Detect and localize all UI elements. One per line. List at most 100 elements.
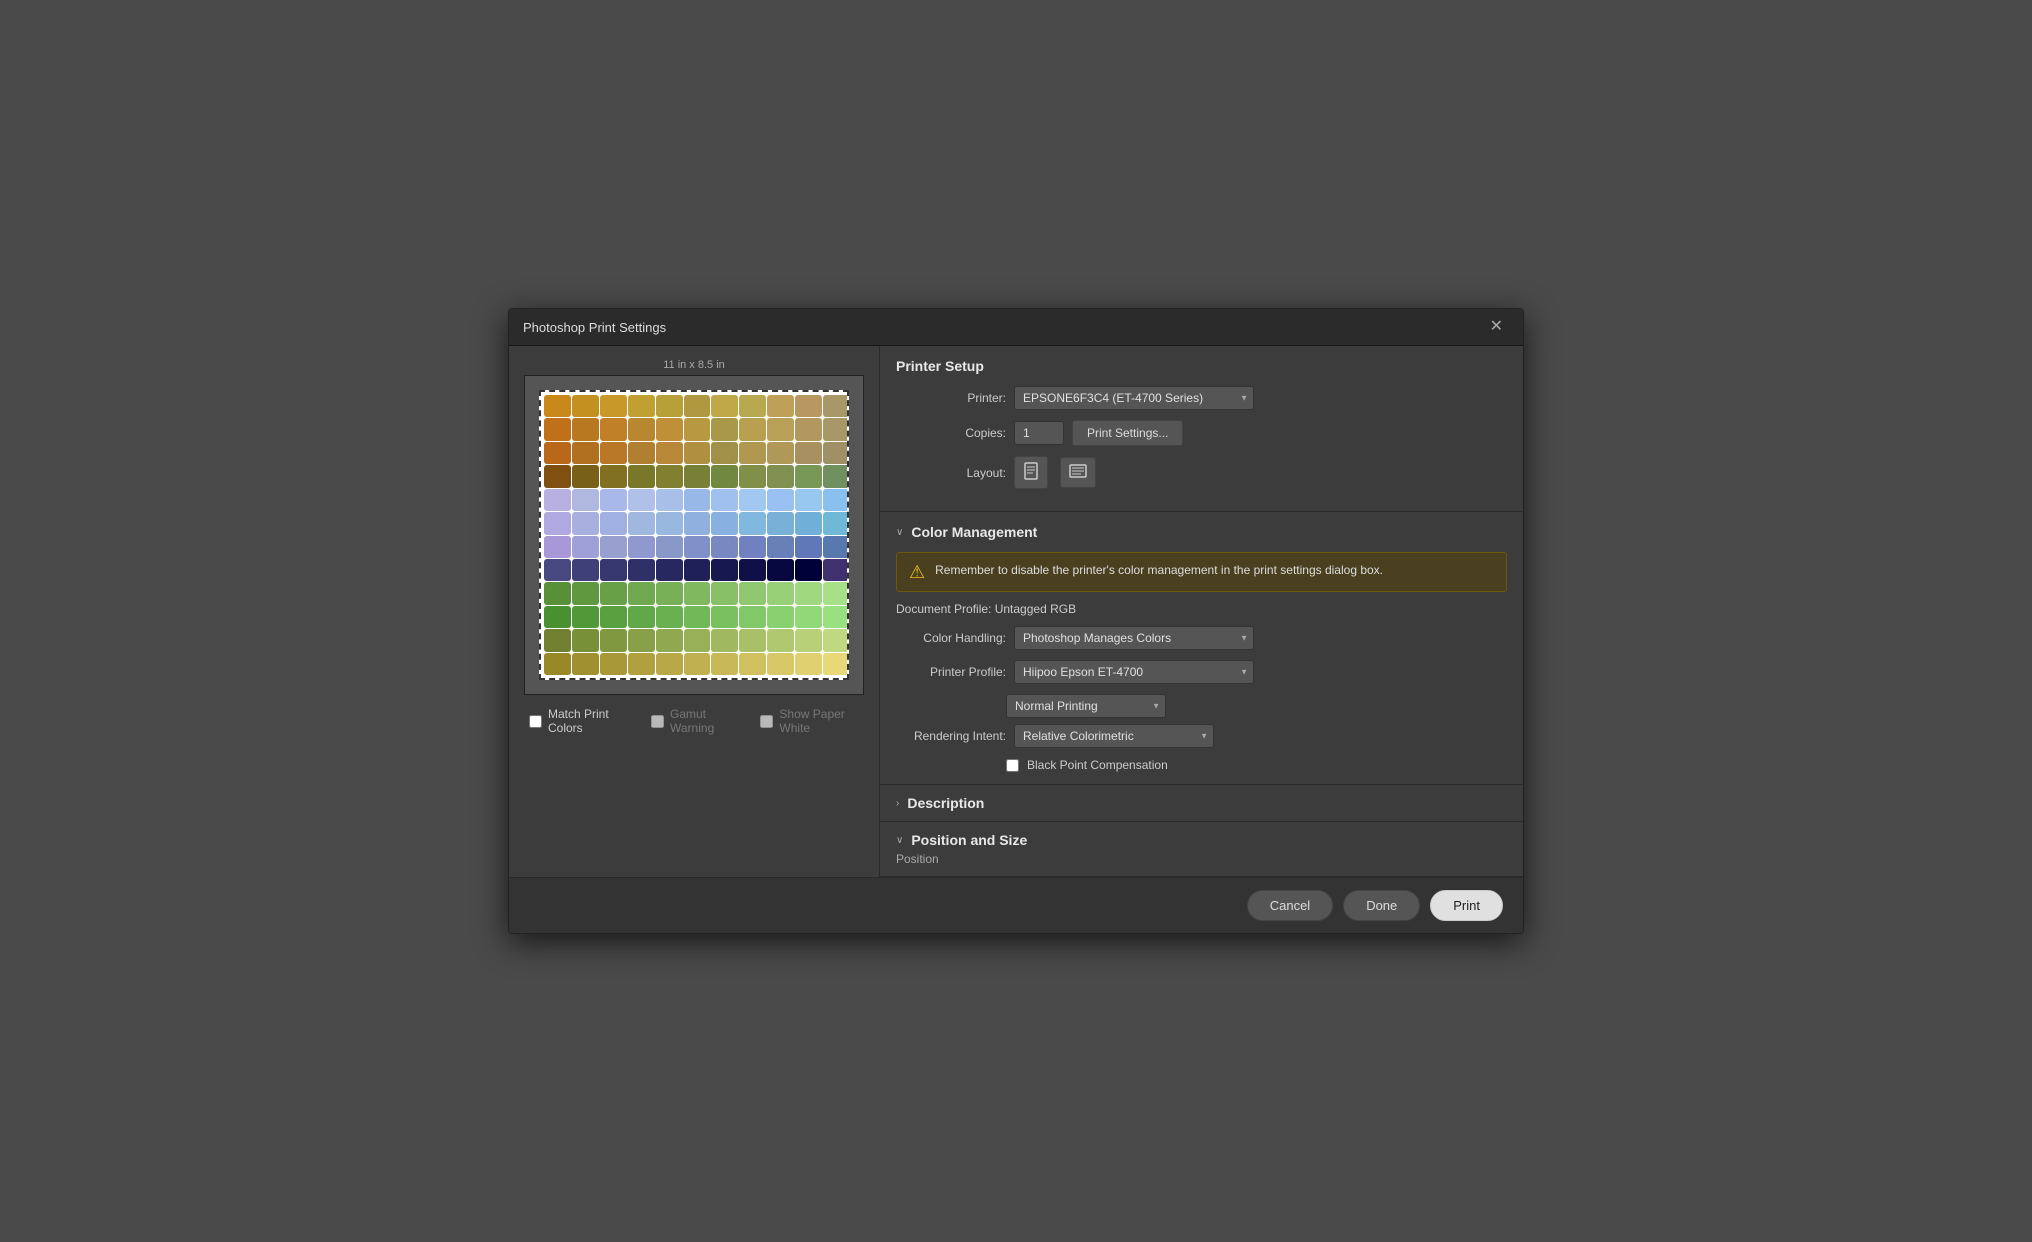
color-swatch bbox=[711, 442, 738, 464]
color-swatch bbox=[544, 536, 571, 558]
gamut-warning-label[interactable]: Gamut Warning bbox=[651, 707, 736, 735]
color-swatch bbox=[628, 653, 655, 675]
color-swatch bbox=[684, 442, 711, 464]
color-management-warning: ⚠ Remember to disable the printer's colo… bbox=[896, 552, 1507, 592]
color-swatch bbox=[795, 582, 822, 604]
color-swatch bbox=[656, 582, 683, 604]
color-swatch bbox=[823, 653, 849, 675]
color-swatch bbox=[711, 489, 738, 511]
color-swatch bbox=[684, 606, 711, 628]
printer-setup-section: Printer Setup Printer: EPSONE6F3C4 (ET-4… bbox=[880, 346, 1523, 512]
color-swatch bbox=[739, 442, 766, 464]
color-swatch bbox=[795, 629, 822, 651]
color-management-header[interactable]: ∨ Color Management bbox=[896, 524, 1507, 540]
printer-select-wrapper: EPSONE6F3C4 (ET-4700 Series) bbox=[1014, 386, 1254, 410]
color-swatch bbox=[600, 629, 627, 651]
color-swatch bbox=[544, 653, 571, 675]
color-swatch bbox=[711, 653, 738, 675]
color-swatch bbox=[767, 512, 794, 534]
printer-select[interactable]: EPSONE6F3C4 (ET-4700 Series) bbox=[1014, 386, 1254, 410]
color-swatch bbox=[739, 536, 766, 558]
color-swatch bbox=[739, 489, 766, 511]
color-swatch bbox=[656, 395, 683, 417]
description-chevron: › bbox=[896, 798, 899, 809]
layout-portrait-button[interactable] bbox=[1014, 456, 1048, 489]
color-swatch bbox=[684, 418, 711, 440]
color-handling-label: Color Handling: bbox=[896, 631, 1006, 645]
layout-label: Layout: bbox=[896, 466, 1006, 480]
printer-profile-row: Printer Profile: Hiipoo Epson ET-4700 sR… bbox=[896, 660, 1507, 684]
normal-printing-select[interactable]: Normal Printing Hard Proofing bbox=[1006, 694, 1166, 718]
print-button[interactable]: Print bbox=[1430, 890, 1503, 921]
gamut-warning-checkbox[interactable] bbox=[651, 715, 664, 728]
color-swatch bbox=[656, 442, 683, 464]
description-title: Description bbox=[907, 795, 984, 811]
color-swatch bbox=[544, 418, 571, 440]
color-swatch bbox=[600, 536, 627, 558]
black-point-checkbox[interactable] bbox=[1006, 759, 1019, 772]
black-point-label: Black Point Compensation bbox=[1027, 758, 1168, 772]
left-panel: 11 in x 8.5 in Match Print Colors Gamut … bbox=[509, 346, 879, 877]
color-swatch bbox=[795, 606, 822, 628]
color-swatch bbox=[628, 465, 655, 487]
layout-landscape-button[interactable] bbox=[1060, 457, 1096, 488]
match-print-colors-text: Match Print Colors bbox=[548, 707, 627, 735]
color-swatch bbox=[684, 629, 711, 651]
color-swatch bbox=[628, 395, 655, 417]
color-swatch bbox=[739, 606, 766, 628]
color-swatch bbox=[684, 559, 711, 581]
done-button[interactable]: Done bbox=[1343, 890, 1420, 921]
color-swatch bbox=[739, 512, 766, 534]
color-handling-select-wrapper: Photoshop Manages Colors Printer Manages… bbox=[1014, 626, 1254, 650]
color-swatch bbox=[544, 582, 571, 604]
color-swatch bbox=[600, 653, 627, 675]
color-swatch bbox=[823, 442, 849, 464]
color-swatch bbox=[544, 512, 571, 534]
close-button[interactable]: ✕ bbox=[1484, 317, 1509, 337]
cancel-button[interactable]: Cancel bbox=[1247, 890, 1333, 921]
match-print-colors-checkbox[interactable] bbox=[529, 715, 542, 728]
color-management-chevron: ∨ bbox=[896, 527, 903, 538]
bottom-checkboxes: Match Print Colors Gamut Warning Show Pa… bbox=[519, 695, 869, 747]
color-swatch bbox=[739, 465, 766, 487]
color-swatch bbox=[739, 629, 766, 651]
color-swatch bbox=[711, 418, 738, 440]
color-handling-row: Color Handling: Photoshop Manages Colors… bbox=[896, 626, 1507, 650]
color-swatch bbox=[684, 395, 711, 417]
color-swatch bbox=[656, 512, 683, 534]
printer-profile-select[interactable]: Hiipoo Epson ET-4700 sRGB IEC61966-2.1 A… bbox=[1014, 660, 1254, 684]
color-swatch bbox=[628, 582, 655, 604]
color-swatch bbox=[767, 606, 794, 628]
warning-text: Remember to disable the printer's color … bbox=[935, 561, 1383, 579]
position-size-header[interactable]: ∨ Position and Size bbox=[896, 832, 1507, 848]
position-size-chevron: ∨ bbox=[896, 835, 903, 846]
color-swatch bbox=[795, 653, 822, 675]
color-swatch bbox=[572, 559, 599, 581]
color-swatch bbox=[795, 465, 822, 487]
show-paper-white-label[interactable]: Show Paper White bbox=[760, 707, 859, 735]
description-section[interactable]: › Description bbox=[880, 785, 1523, 822]
position-size-section: ∨ Position and Size Position bbox=[880, 822, 1523, 877]
color-handling-select[interactable]: Photoshop Manages Colors Printer Manages… bbox=[1014, 626, 1254, 650]
color-swatch bbox=[767, 395, 794, 417]
printer-row: Printer: EPSONE6F3C4 (ET-4700 Series) bbox=[896, 386, 1507, 410]
printer-profile-select-wrapper: Hiipoo Epson ET-4700 sRGB IEC61966-2.1 A… bbox=[1014, 660, 1254, 684]
match-print-colors-label[interactable]: Match Print Colors bbox=[529, 707, 627, 735]
color-swatch bbox=[795, 489, 822, 511]
color-swatch bbox=[544, 395, 571, 417]
color-swatch bbox=[823, 629, 849, 651]
color-swatch bbox=[572, 512, 599, 534]
rendering-intent-select-wrapper: Relative Colorimetric Perceptual Saturat… bbox=[1014, 724, 1214, 748]
preview-inner bbox=[539, 390, 849, 680]
warning-icon: ⚠ bbox=[909, 562, 925, 583]
color-swatch bbox=[572, 582, 599, 604]
print-settings-button[interactable]: Print Settings... bbox=[1072, 420, 1183, 446]
copies-input[interactable] bbox=[1014, 421, 1064, 445]
rendering-intent-select[interactable]: Relative Colorimetric Perceptual Saturat… bbox=[1014, 724, 1214, 748]
color-swatch bbox=[628, 418, 655, 440]
description-header[interactable]: › Description bbox=[896, 795, 1507, 811]
color-swatch bbox=[767, 489, 794, 511]
color-swatch bbox=[711, 395, 738, 417]
color-swatch bbox=[600, 559, 627, 581]
show-paper-white-checkbox[interactable] bbox=[760, 715, 773, 728]
